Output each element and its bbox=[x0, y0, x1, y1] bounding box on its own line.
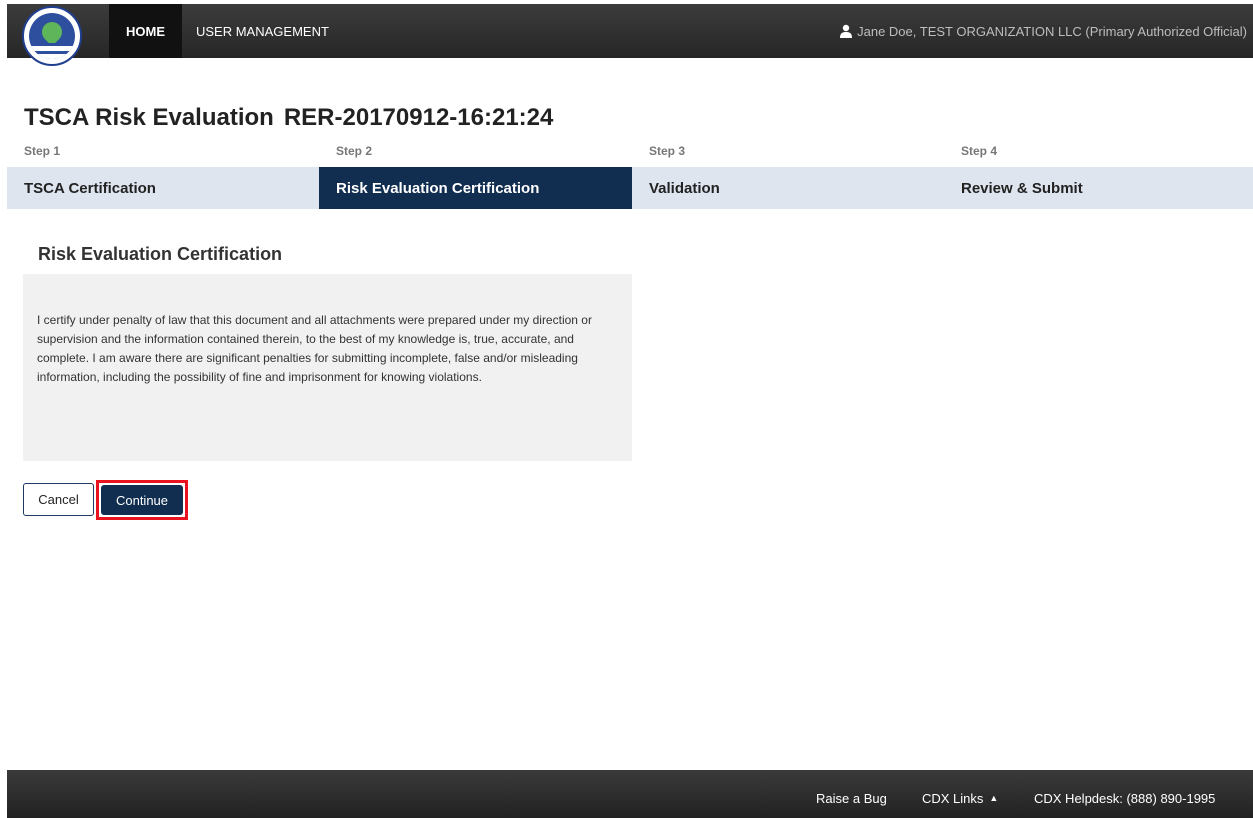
step-3[interactable]: Step 3 Validation bbox=[632, 140, 944, 209]
step-progress: Step 1 TSCA Certification Step 2 Risk Ev… bbox=[7, 140, 1253, 209]
page-title: TSCA Risk Evaluation RER-20170912-16:21:2… bbox=[24, 104, 553, 132]
certification-text: I certify under penalty of law that this… bbox=[37, 313, 592, 384]
step-3-label: Step 3 bbox=[649, 144, 686, 158]
cdx-links-menu[interactable]: CDX Links ▲ bbox=[922, 770, 998, 818]
step-3-name: Validation bbox=[632, 167, 944, 209]
cancel-button[interactable]: Cancel bbox=[23, 483, 94, 516]
continue-button[interactable]: Continue bbox=[101, 485, 183, 515]
user-name: Jane Doe, TEST ORGANIZATION LLC (Primary… bbox=[857, 23, 1247, 39]
nav-home[interactable]: HOME bbox=[109, 4, 182, 58]
step-2-name: Risk Evaluation Certification bbox=[319, 167, 632, 209]
top-nav-bar: HOME USER MANAGEMENT Jane Doe, TEST ORGA… bbox=[7, 4, 1253, 66]
user-account[interactable]: Jane Doe, TEST ORGANIZATION LLC (Primary… bbox=[839, 4, 1247, 58]
step-1[interactable]: Step 1 TSCA Certification bbox=[7, 140, 319, 209]
record-id: RER-20170912-16:21:24 bbox=[283, 104, 554, 131]
nav-user-management[interactable]: USER MANAGEMENT bbox=[194, 4, 331, 58]
step-4-label: Step 4 bbox=[961, 144, 998, 158]
cdx-links-label: CDX Links bbox=[922, 790, 984, 806]
page-title-text: TSCA Risk Evaluation bbox=[24, 104, 274, 131]
continue-highlight: Continue bbox=[96, 480, 188, 520]
step-4-name: Review & Submit bbox=[944, 167, 1253, 209]
step-1-label: Step 1 bbox=[24, 144, 61, 158]
epa-logo[interactable] bbox=[22, 6, 82, 66]
caret-up-icon: ▲ bbox=[989, 793, 999, 803]
cdx-helpdesk-link[interactable]: CDX Helpdesk: (888) 890-1995 bbox=[1034, 770, 1215, 818]
user-icon bbox=[840, 24, 853, 38]
epa-seal-icon bbox=[29, 13, 75, 59]
step-4[interactable]: Step 4 Review & Submit bbox=[944, 140, 1253, 209]
step-2-label: Step 2 bbox=[336, 144, 373, 158]
raise-bug-link[interactable]: Raise a Bug bbox=[816, 770, 887, 818]
certification-statement: I certify under penalty of law that this… bbox=[23, 274, 632, 461]
step-1-name: TSCA Certification bbox=[7, 167, 319, 209]
step-2[interactable]: Step 2 Risk Evaluation Certification bbox=[319, 140, 632, 209]
footer-bar: Raise a Bug CDX Links ▲ CDX Helpdesk: (88… bbox=[7, 770, 1253, 818]
section-title: Risk Evaluation Certification bbox=[38, 244, 283, 264]
